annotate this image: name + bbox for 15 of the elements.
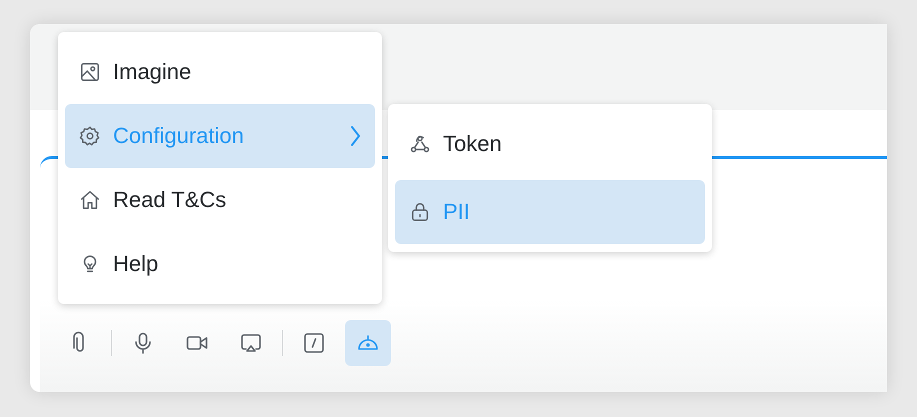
menu-item-label: PII [443, 199, 471, 225]
settings-icon [79, 125, 101, 147]
image-icon [79, 61, 101, 83]
menu-item-label: Help [113, 251, 160, 277]
menu-item-label: Imagine [113, 59, 192, 85]
menu-item[interactable]: Help [65, 232, 375, 296]
menu-item[interactable]: Token [395, 112, 705, 176]
lock-icon [409, 201, 431, 223]
home-icon [79, 189, 101, 211]
menu-item-label: Configuration [113, 123, 245, 149]
menu-item[interactable]: Read T&Cs [65, 168, 375, 232]
slash-command-icon [302, 331, 326, 355]
menu-item-label: Token [443, 131, 503, 157]
screen-share-icon [239, 331, 263, 355]
menu-item-label: Read T&Cs [113, 187, 228, 213]
